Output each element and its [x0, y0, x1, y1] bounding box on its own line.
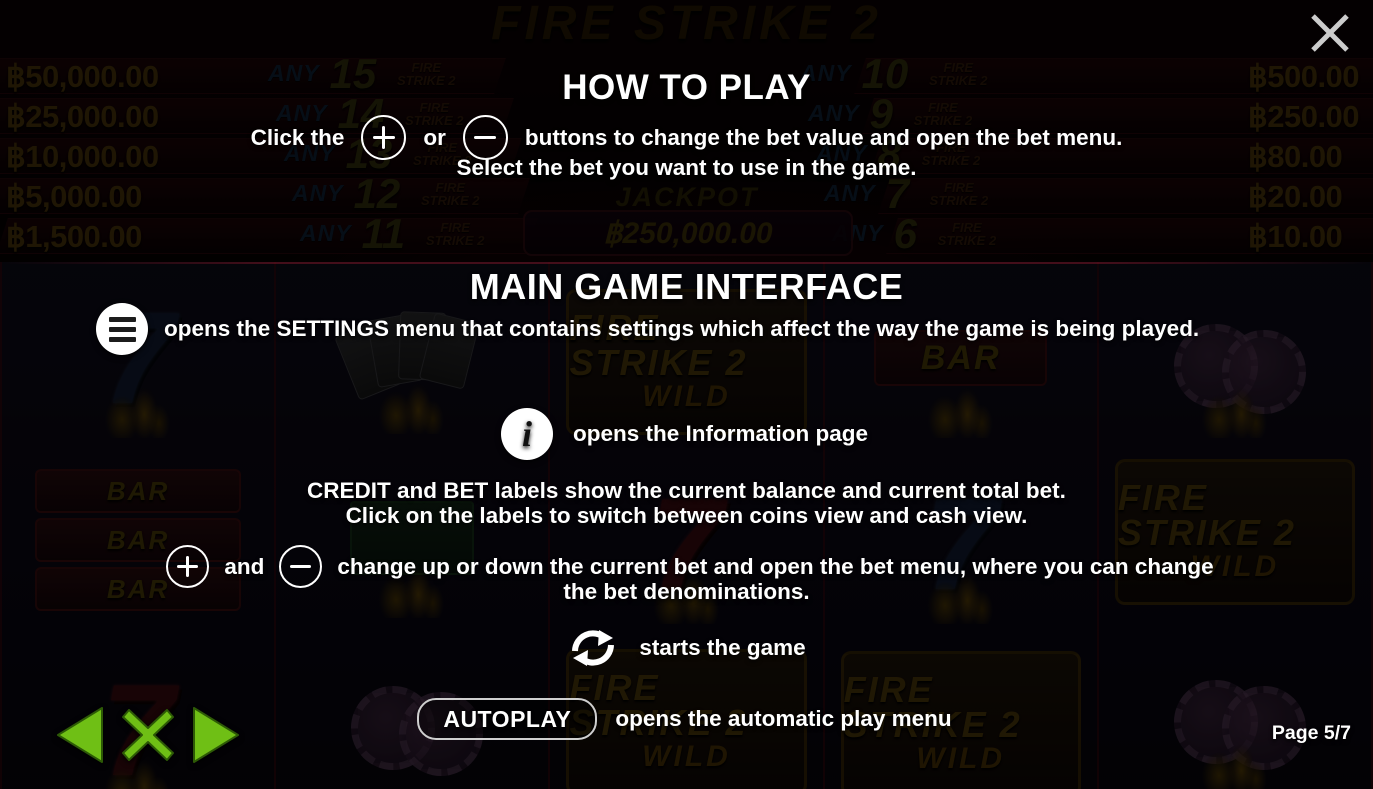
- credit-bet-line-2: Click on the labels to switch between co…: [345, 503, 1028, 528]
- main-game-interface-title: MAIN GAME INTERFACE: [469, 266, 904, 307]
- minus-icon[interactable]: [462, 115, 508, 160]
- autoplay-button[interactable]: AUTOPLAY: [417, 698, 598, 740]
- how-to-play-line-1: Click the or buttons to change the bet v…: [0, 115, 1373, 160]
- page-indicator: Page 5/7: [1271, 722, 1351, 744]
- how-to-play-line-2: Select the bet you want to use in the ga…: [456, 155, 917, 180]
- spin-icon[interactable]: [563, 620, 623, 676]
- autoplay-row-text: opens the automatic play menu: [615, 706, 952, 731]
- help-overlay-screen: FIRE STRIKE 2 ANY 15 FIRE STRIKE 2 ANY 1…: [0, 0, 1373, 789]
- how-to-play-title: HOW TO PLAY: [562, 68, 811, 107]
- settings-row-text: opens the SETTINGS menu that contains se…: [164, 316, 1200, 341]
- help-content: HOW TO PLAY Click the or buttons to chan…: [0, 0, 1373, 789]
- spin-row: starts the game: [0, 620, 1373, 676]
- how-to-play-line1-or: or: [423, 124, 446, 150]
- close-icon[interactable]: [1301, 4, 1359, 62]
- bet-change-text-line-2: the bet denominations.: [563, 579, 810, 604]
- close-help-button[interactable]: [117, 704, 179, 771]
- how-to-play-line1-suffix: buttons to change the bet value and open…: [524, 124, 1123, 150]
- information-icon[interactable]: i: [500, 408, 553, 460]
- bet-change-text: change up or down the current bet and op…: [337, 553, 1214, 579]
- spin-row-text: starts the game: [639, 635, 806, 660]
- info-row-text: opens the Information page: [572, 421, 869, 446]
- settings-menu-icon[interactable]: [96, 303, 148, 355]
- page-navigation: [52, 704, 244, 771]
- previous-page-button[interactable]: [52, 704, 108, 771]
- next-page-button[interactable]: [188, 704, 244, 771]
- settings-row: opens the SETTINGS menu that contains se…: [0, 303, 1373, 355]
- how-to-play-line1-prefix: Click the: [250, 124, 345, 150]
- credit-bet-line-1: CREDIT and BET labels show the current b…: [307, 478, 1066, 503]
- info-row: i opens the Information page: [0, 408, 1373, 460]
- plus-icon[interactable]: [361, 115, 407, 160]
- bet-change-and: and: [224, 553, 265, 579]
